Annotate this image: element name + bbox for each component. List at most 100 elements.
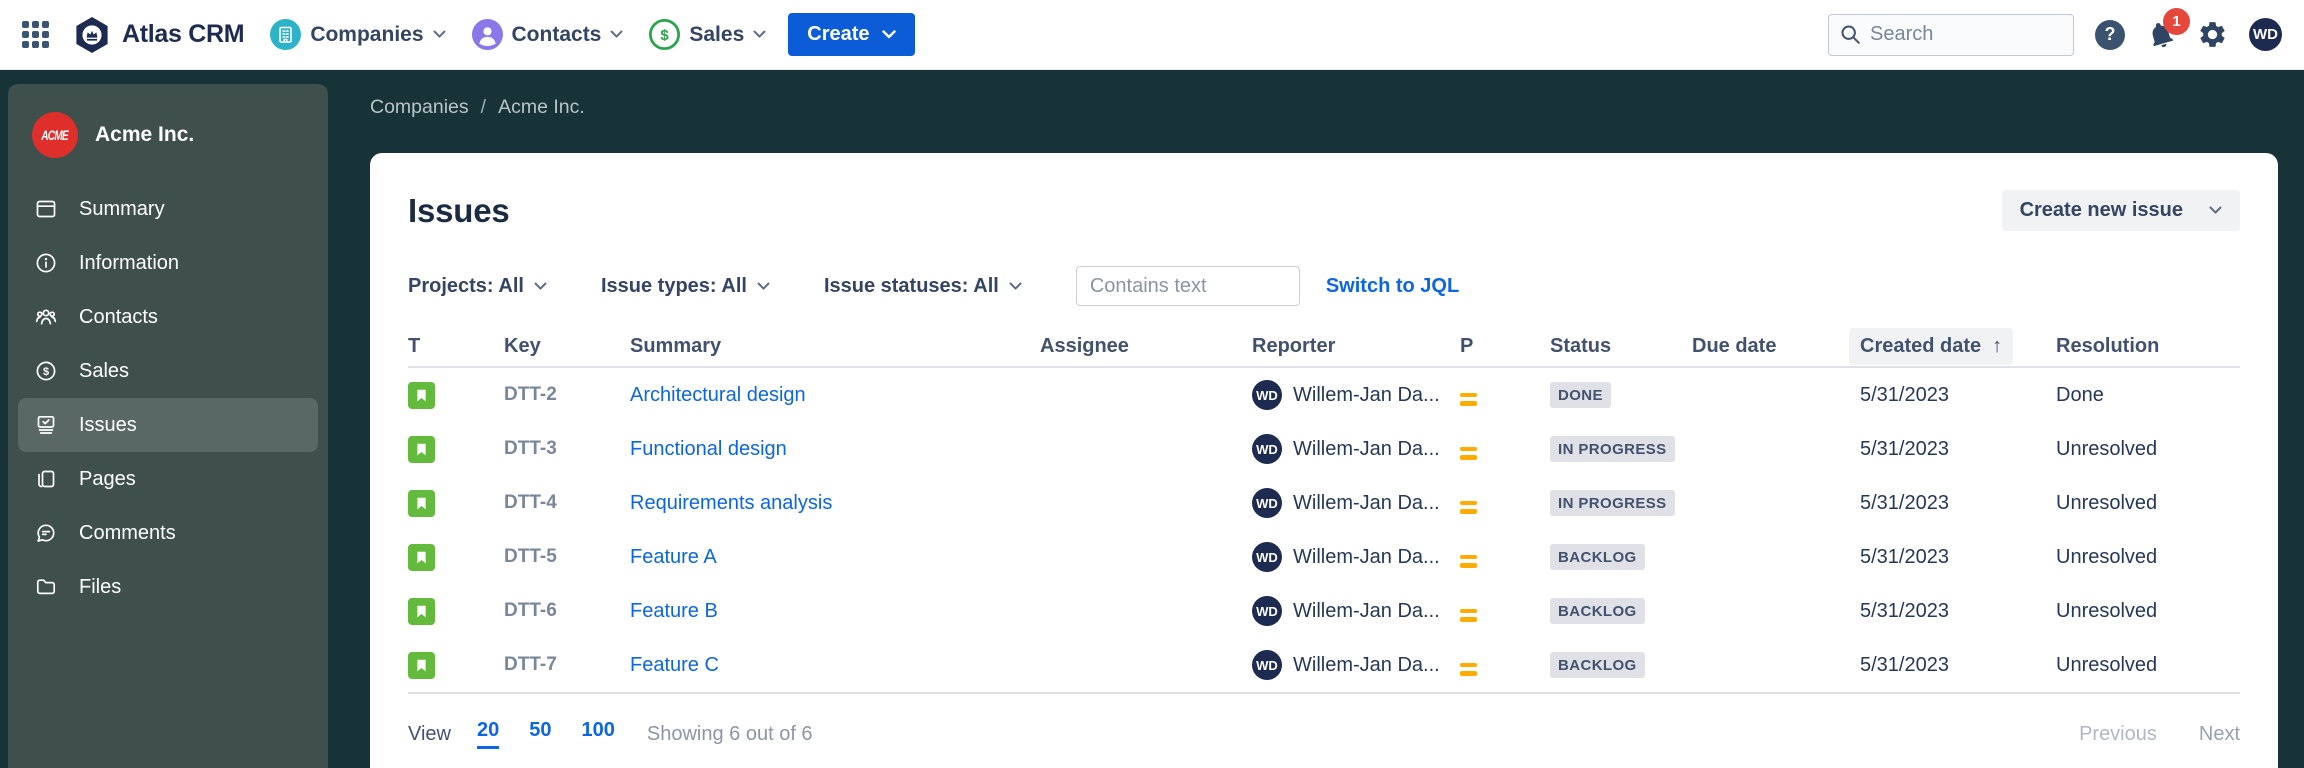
column-header[interactable]: Summary xyxy=(630,335,1040,358)
created-date-cell: 5/31/2023 xyxy=(1860,654,2056,677)
view-label: View xyxy=(408,723,451,746)
issue-summary-link[interactable]: Requirements analysis xyxy=(630,492,832,514)
nav-item-icon xyxy=(270,19,301,50)
page-size-option[interactable]: 20 xyxy=(477,719,499,749)
created-date-cell: 5/31/2023 xyxy=(1860,600,2056,623)
issue-summary-link[interactable]: Feature A xyxy=(630,546,717,568)
reporter-cell: WD Willem-Jan Da... xyxy=(1252,380,1460,410)
sidebar-item-icon: $ xyxy=(34,359,58,383)
issue-statuses-filter-label: Issue statuses: All xyxy=(824,275,999,298)
nav-item-label: Contacts xyxy=(512,23,602,47)
breadcrumb-companies[interactable]: Companies xyxy=(370,96,469,119)
sidebar-item-label: Information xyxy=(79,252,179,275)
sidebar-company-header: ACME Acme Inc. xyxy=(18,112,318,158)
column-header[interactable]: Resolution xyxy=(2056,335,2240,358)
column-header[interactable]: Assignee xyxy=(1040,335,1252,358)
sidebar-item-icon xyxy=(34,575,58,599)
svg-text:$: $ xyxy=(661,27,670,44)
sidebar-item[interactable]: Information xyxy=(18,236,318,290)
resolution-cell: Unresolved xyxy=(2056,654,2240,677)
sidebar-item[interactable]: Issues xyxy=(18,398,318,452)
story-type-icon xyxy=(408,490,435,517)
gear-icon xyxy=(2197,19,2228,50)
notification-badge: 1 xyxy=(2163,8,2190,35)
app-switcher-icon[interactable] xyxy=(22,21,50,49)
story-type-icon xyxy=(408,544,435,571)
created-date-cell: 5/31/2023 xyxy=(1860,546,2056,569)
user-avatar[interactable]: WD xyxy=(2249,18,2282,51)
column-header[interactable]: Key xyxy=(504,335,630,358)
reporter-name: Willem-Jan Da... xyxy=(1293,384,1440,407)
sidebar-item[interactable]: Contacts xyxy=(18,290,318,344)
issue-summary-link[interactable]: Feature C xyxy=(630,654,719,676)
top-nav-item[interactable]: Contacts xyxy=(472,19,624,50)
page-size-options: 20 50 100 xyxy=(477,719,615,749)
create-new-issue-button[interactable]: Create new issue xyxy=(2002,190,2240,231)
global-search[interactable] xyxy=(1828,14,2074,56)
create-new-issue-label: Create new issue xyxy=(2020,199,2183,222)
sort-ascending-icon[interactable]: ↑ xyxy=(1992,335,2002,358)
column-header[interactable]: Due date xyxy=(1692,335,1860,358)
settings-gear-icon[interactable] xyxy=(2197,19,2228,50)
priority-medium-icon xyxy=(1460,663,1477,676)
issue-statuses-filter-dropdown[interactable]: Issue statuses: All xyxy=(824,275,1022,298)
sidebar-item[interactable]: Files xyxy=(18,560,318,614)
sidebar-item-label: Contacts xyxy=(79,306,158,329)
sidebar-item[interactable]: Pages xyxy=(18,452,318,506)
issue-summary-link[interactable]: Functional design xyxy=(630,438,787,460)
priority-medium-icon xyxy=(1460,609,1477,622)
top-nav-item[interactable]: Companies xyxy=(270,19,445,50)
projects-filter-dropdown[interactable]: Projects: All xyxy=(408,275,547,298)
switch-to-jql-link[interactable]: Switch to JQL xyxy=(1326,275,1459,298)
page-size-option[interactable]: 100 xyxy=(582,719,615,749)
issue-summary-link[interactable]: Feature B xyxy=(630,600,718,622)
contains-text-input[interactable] xyxy=(1076,266,1300,306)
topbar-right-cluster: ? 1 WD xyxy=(1828,14,2282,56)
company-logo: ACME xyxy=(32,112,78,158)
page-size-option[interactable]: 50 xyxy=(529,719,551,749)
search-input[interactable] xyxy=(1870,23,2050,46)
column-header[interactable]: Reporter xyxy=(1252,335,1460,358)
sidebar-item[interactable]: Comments xyxy=(18,506,318,560)
issue-types-filter-dropdown[interactable]: Issue types: All xyxy=(601,275,770,298)
issue-summary-link[interactable]: Architectural design xyxy=(630,384,806,406)
column-header[interactable]: T xyxy=(408,335,504,358)
nav-item-label: Companies xyxy=(310,23,423,47)
sidebar-item[interactable]: $ Sales xyxy=(18,344,318,398)
atlas-crm-logo[interactable]: Atlas CRM xyxy=(73,16,244,54)
sidebar-item-label: Sales xyxy=(79,360,129,383)
story-type-icon xyxy=(408,436,435,463)
issues-panel: Issues Create new issue Projects: All Is… xyxy=(370,153,2278,768)
create-button[interactable]: Create xyxy=(788,13,914,56)
issue-key: DTT-3 xyxy=(504,438,630,460)
column-header[interactable]: P xyxy=(1460,335,1550,358)
issue-key: DTT-7 xyxy=(504,654,630,676)
sidebar-item[interactable]: Summary xyxy=(18,182,318,236)
resolution-cell: Unresolved xyxy=(2056,600,2240,623)
reporter-cell: WD Willem-Jan Da... xyxy=(1252,488,1460,518)
resolution-cell: Unresolved xyxy=(2056,546,2240,569)
breadcrumb-current-company[interactable]: Acme Inc. xyxy=(498,96,585,119)
reporter-name: Willem-Jan Da... xyxy=(1293,492,1440,515)
projects-filter-label: Projects: All xyxy=(408,275,524,298)
next-page-link[interactable]: Next xyxy=(2199,723,2240,746)
chevron-down-icon xyxy=(882,30,896,39)
breadcrumb-separator: / xyxy=(481,96,486,119)
priority-medium-icon xyxy=(1460,501,1477,514)
notifications-bell-icon[interactable]: 1 xyxy=(2146,20,2176,50)
created-date-cell: 5/31/2023 xyxy=(1860,384,2056,407)
column-header[interactable]: Created date↑ xyxy=(1860,328,2056,365)
issue-key: DTT-5 xyxy=(504,546,630,568)
sidebar-item-icon xyxy=(34,413,58,437)
column-header[interactable]: Status xyxy=(1550,335,1692,358)
sidebar-item-label: Files xyxy=(79,576,121,599)
help-icon[interactable]: ? xyxy=(2095,20,2125,50)
company-sidebar: ACME Acme Inc. Summary Information Conta… xyxy=(8,84,328,768)
sidebar-item-label: Comments xyxy=(79,522,176,545)
app-title: Atlas CRM xyxy=(122,20,244,49)
sidebar-item-icon xyxy=(34,521,58,545)
reporter-cell: WD Willem-Jan Da... xyxy=(1252,650,1460,680)
top-nav-item[interactable]: $ Sales xyxy=(649,19,766,50)
status-badge: DONE xyxy=(1550,382,1611,408)
previous-page-link[interactable]: Previous xyxy=(2079,723,2157,746)
